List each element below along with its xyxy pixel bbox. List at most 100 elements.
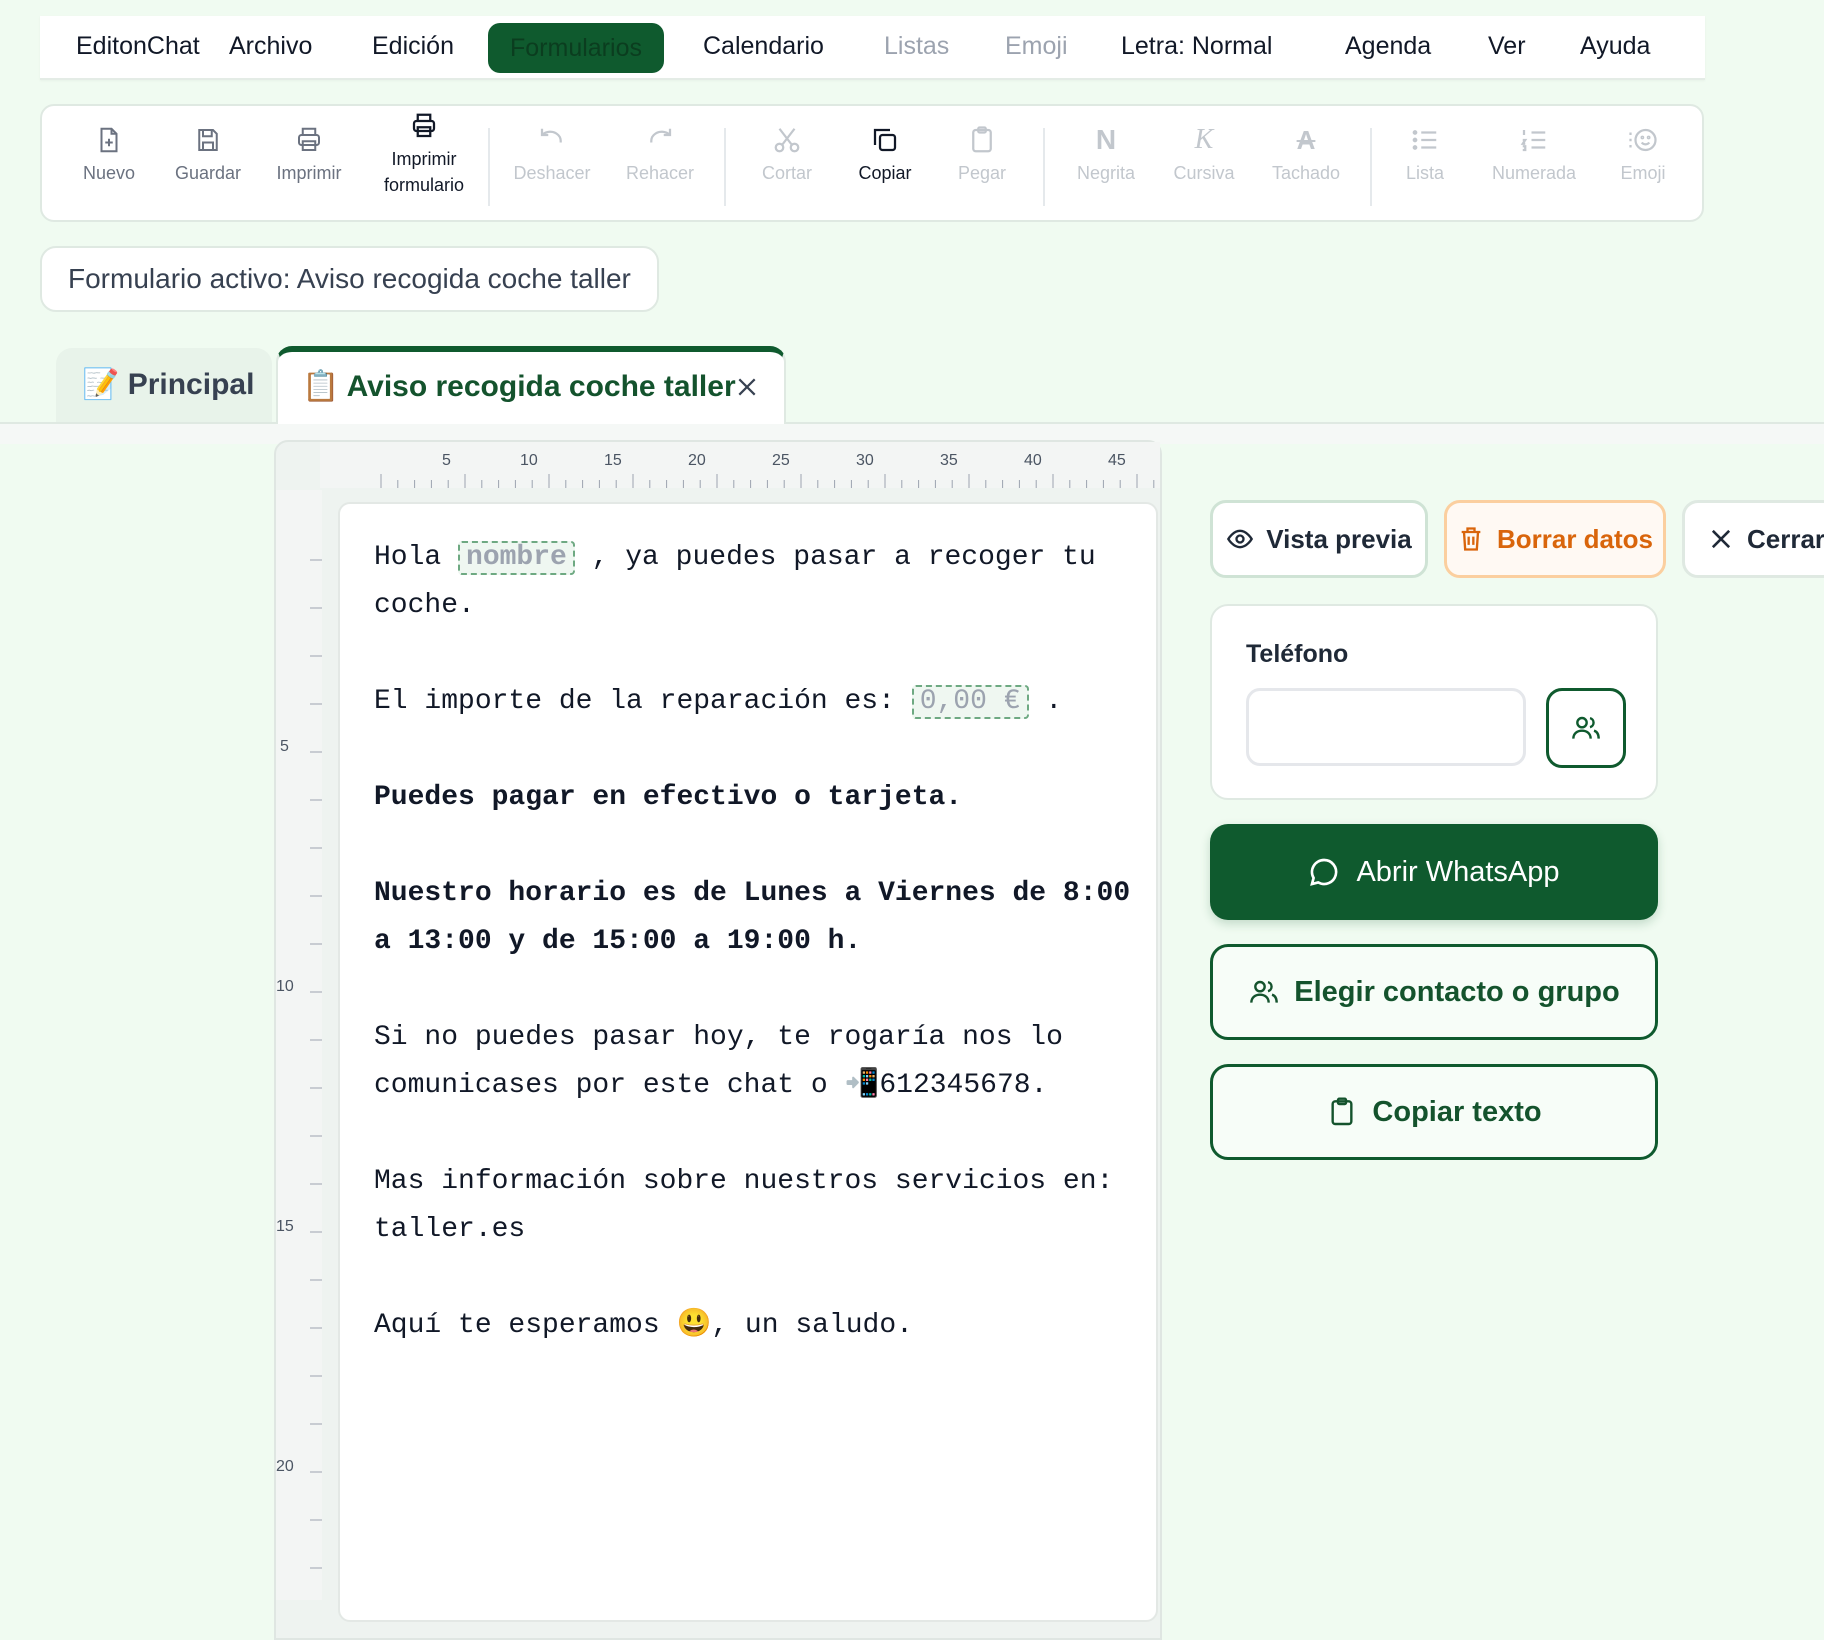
- tool-cursiva[interactable]: K Cursiva: [1149, 120, 1259, 186]
- ruler-label: 20: [688, 452, 706, 469]
- tool-imprimir[interactable]: Imprimir: [254, 120, 364, 186]
- menu-ver[interactable]: Ver: [1488, 28, 1526, 64]
- ruler-label: 10: [520, 452, 538, 469]
- button-label: Vista previa: [1266, 523, 1412, 554]
- tool-numerada[interactable]: Numerada: [1479, 120, 1589, 186]
- choose-contact-button[interactable]: Elegir contacto o grupo: [1210, 944, 1658, 1040]
- copy-icon: [873, 128, 897, 152]
- tool-label: Cursiva: [1173, 163, 1235, 183]
- trash-icon: [1461, 527, 1481, 551]
- vertical-ruler: 5 10 15 20: [276, 490, 322, 1600]
- redo-icon: [650, 128, 672, 143]
- ruler-label: 15: [276, 1218, 294, 1235]
- ruler-label: 10: [276, 978, 294, 995]
- clipboard-icon: [1331, 1097, 1353, 1126]
- printer-icon: [412, 113, 436, 138]
- ruler-label: 40: [1024, 452, 1042, 469]
- copy-text-button[interactable]: Copiar texto: [1210, 1064, 1658, 1160]
- tool-label: Imprimir: [391, 149, 457, 169]
- tool-label: Deshacer: [513, 163, 591, 183]
- tool-label: Lista: [1405, 163, 1445, 183]
- save-icon: [198, 129, 218, 151]
- ruler-label: 20: [276, 1458, 294, 1475]
- tool-emoji[interactable]: Emoji: [1588, 120, 1698, 186]
- memo-icon: 📝: [82, 368, 120, 401]
- doc-paragraph: El importe de la reparación es: 0,00 € .: [374, 685, 1063, 719]
- tool-guardar[interactable]: Guardar: [153, 120, 263, 186]
- menu-letra[interactable]: Letra: Normal: [1121, 28, 1272, 64]
- doc-paragraph: Hola nombre , ya puedes pasar a recoger …: [374, 541, 1096, 621]
- tool-deshacer[interactable]: Deshacer: [497, 120, 607, 186]
- menu-ayuda[interactable]: Ayuda: [1580, 28, 1650, 64]
- close-icon[interactable]: [736, 376, 758, 398]
- tool-label: Tachado: [1271, 163, 1341, 183]
- ruler-label: 15: [604, 452, 622, 469]
- button-label: Borrar datos: [1496, 523, 1654, 554]
- delete-data-button[interactable]: Borrar datos: [1444, 500, 1666, 578]
- tab-principal[interactable]: 📝 Principal: [56, 348, 272, 422]
- list-icon: [1412, 130, 1437, 150]
- tool-label: Nuevo: [82, 163, 136, 183]
- clipboard-icon: 📋: [302, 370, 340, 403]
- preview-button[interactable]: Vista previa: [1210, 500, 1428, 578]
- field-importe[interactable]: 0,00 €: [911, 685, 1029, 719]
- menu-formularios[interactable]: Formularios: [488, 23, 664, 73]
- tool-nuevo[interactable]: Nuevo: [54, 120, 164, 186]
- document-body[interactable]: Hola nombre , ya puedes pasar a recoger …: [374, 534, 1134, 1398]
- tool-cortar[interactable]: Cortar: [732, 120, 842, 186]
- menu-calendario[interactable]: Calendario: [703, 28, 824, 64]
- menu-agenda[interactable]: Agenda: [1345, 28, 1431, 64]
- menu-emoji[interactable]: Emoji: [1005, 28, 1068, 64]
- clipboard-icon: [972, 126, 992, 153]
- ruler-ticks: [310, 559, 322, 1569]
- ruler-label: 25: [772, 452, 790, 469]
- horizontal-ruler: 5 10 15 20 25 30 35 40 45: [320, 442, 1160, 488]
- menu-edicion[interactable]: Edición: [372, 28, 454, 64]
- tool-label: Negrita: [1076, 163, 1136, 183]
- menubar: EditonChat Archivo Edición Formularios C…: [40, 16, 1705, 80]
- tool-label: Cortar: [761, 163, 812, 183]
- tool-negrita[interactable]: N Negrita: [1051, 120, 1161, 186]
- phone-contacts-button[interactable]: [1546, 688, 1626, 768]
- doc-paragraph: Mas información sobre nuestros servicios…: [374, 1166, 1114, 1245]
- menu-listas[interactable]: Listas: [884, 28, 949, 64]
- open-whatsapp-button[interactable]: Abrir WhatsApp: [1210, 824, 1658, 920]
- tool-copiar[interactable]: Copiar: [830, 120, 940, 186]
- toolbar-separator: [488, 128, 490, 206]
- undo-icon: [540, 128, 562, 143]
- tab-aviso-recogida[interactable]: 📋 Aviso recogida coche taller: [276, 346, 786, 424]
- tab-label: Principal: [127, 368, 255, 401]
- chat-bubble-icon: [1310, 858, 1338, 886]
- scissors-icon: [774, 128, 800, 153]
- emoji-icon: [1629, 128, 1657, 152]
- doc-paragraph: Si no puedes pasar hoy, te rogaría nos l…: [374, 1022, 1063, 1101]
- toolbar: Nuevo Guardar Imprimir Imprimir formular…: [40, 104, 1704, 222]
- tool-tachado[interactable]: A Tachado: [1251, 120, 1361, 186]
- tool-label: Guardar: [174, 163, 242, 183]
- document-page[interactable]: Hola nombre , ya puedes pasar a recoger …: [338, 502, 1158, 1622]
- button-label: Cerrar: [1747, 523, 1824, 554]
- tool-lista[interactable]: Lista: [1370, 120, 1480, 186]
- phone-input[interactable]: [1246, 688, 1526, 766]
- ruler-label: 5: [280, 738, 289, 755]
- button-label: Elegir contacto o grupo: [1294, 975, 1620, 1008]
- smile-emoji: 😃: [676, 1310, 712, 1341]
- users-icon: [1572, 716, 1600, 739]
- close-button[interactable]: Cerrar: [1682, 500, 1824, 578]
- menu-archivo[interactable]: Archivo: [229, 28, 312, 64]
- button-label: Copiar texto: [1372, 1095, 1542, 1128]
- numbered-list-icon: [1520, 130, 1546, 152]
- tool-label: formulario: [383, 175, 465, 195]
- italic-icon: K: [1194, 124, 1214, 155]
- tool-label: Emoji: [1620, 163, 1666, 183]
- new-file-icon: [100, 127, 118, 153]
- tab-label: Aviso recogida coche taller: [346, 370, 736, 403]
- tool-rehacer[interactable]: Rehacer: [605, 120, 715, 186]
- tool-imprimir-formulario[interactable]: Imprimir formulario: [364, 106, 484, 198]
- phone-label: Teléfono: [1246, 640, 1349, 668]
- tool-pegar[interactable]: Pegar: [927, 120, 1037, 186]
- field-nombre[interactable]: nombre: [458, 541, 575, 575]
- doc-paragraph: Aquí te esperamos 😃, un saludo.: [374, 1310, 913, 1341]
- ruler-label: 35: [940, 452, 958, 469]
- menu-editonchat[interactable]: EditonChat: [76, 28, 200, 64]
